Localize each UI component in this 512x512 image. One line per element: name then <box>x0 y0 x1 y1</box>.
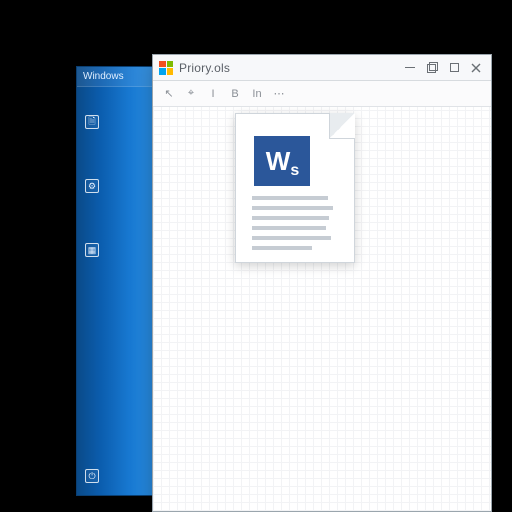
more-icon: ⋯ <box>274 87 285 100</box>
close-button[interactable] <box>465 59 487 77</box>
page-fold-icon <box>329 113 355 139</box>
word-badge-sub: s <box>290 162 298 186</box>
maximize-button[interactable] <box>443 59 465 77</box>
settings-icon: ⚙ <box>85 179 99 193</box>
bold-icon: B <box>231 88 238 100</box>
document-canvas[interactable]: Ws <box>153 107 491 511</box>
power-icon: ⏻ <box>85 469 99 483</box>
text-tool-button[interactable]: I <box>203 84 223 104</box>
cursor-tool-button[interactable]: ↖ <box>159 84 179 104</box>
select-tool-button[interactable]: ⌖ <box>181 84 201 104</box>
cursor-icon: ↖ <box>164 87 173 100</box>
word-badge-icon: Ws <box>254 136 310 186</box>
window-title: Priory.ols <box>179 61 230 75</box>
minimize-button[interactable] <box>399 59 421 77</box>
app-logo-icon <box>159 61 173 75</box>
text-icon: I <box>211 88 214 100</box>
toolbar: ↖ ⌖ I B In ⋯ <box>153 81 491 107</box>
start-panel-title-text: Windows <box>83 71 124 82</box>
doc-preview-lines <box>252 196 338 250</box>
select-icon: ⌖ <box>188 87 194 100</box>
editor-window: Priory.ols ↖ ⌖ I B In ⋯ <box>152 54 492 512</box>
apps-icon: ▦ <box>85 243 99 257</box>
bold-tool-button[interactable]: B <box>225 84 245 104</box>
file-icon: 🗎 <box>85 115 99 129</box>
restore-button[interactable] <box>421 59 443 77</box>
more-tool-button[interactable]: ⋯ <box>269 84 289 104</box>
word-document-icon[interactable]: Ws <box>235 113 355 263</box>
start-panel-footer[interactable]: ⏻ <box>85 469 105 483</box>
word-badge-main: W <box>266 146 290 177</box>
insert-tool-button[interactable]: In <box>247 84 267 104</box>
titlebar[interactable]: Priory.ols <box>153 55 491 81</box>
insert-icon: In <box>252 88 261 100</box>
